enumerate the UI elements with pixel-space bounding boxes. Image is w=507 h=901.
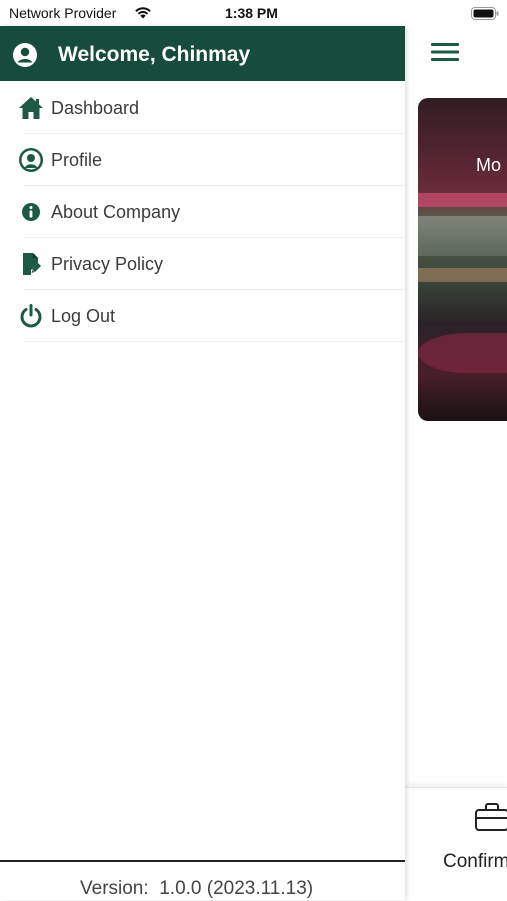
carrier-name: Network Provider (9, 5, 117, 21)
power-icon (18, 303, 44, 329)
menu-item-dashboard[interactable]: Dashboard (0, 82, 405, 134)
version-value: 1.0.0 (2023.11.13) (159, 878, 314, 899)
status-time: 1:38 PM (225, 5, 278, 21)
home-icon (18, 95, 44, 121)
hero-seat (418, 333, 507, 373)
battery-icon (471, 7, 499, 25)
document-icon (18, 251, 44, 277)
menu-item-profile[interactable]: Profile (0, 134, 405, 186)
menu-label-log-out: Log Out (51, 306, 116, 326)
briefcase-icon[interactable] (474, 802, 507, 837)
hero-terrace (418, 216, 507, 256)
menu-label-about-company: About Company (51, 202, 181, 222)
menu-item-about-company[interactable]: About Company (0, 186, 405, 238)
menu-label-dashboard: Dashboard (51, 98, 140, 118)
hero-awning (418, 193, 507, 207)
hero-title: Mo (476, 155, 502, 175)
footer-divider (0, 860, 405, 862)
version-label: Version: 1.0.0 (2023.11.13) (80, 878, 313, 900)
version-prefix: Version: (80, 878, 149, 899)
menu-label-privacy-policy: Privacy Policy (51, 254, 164, 274)
navigation-drawer: Welcome, Chinmay Dashboard Profile About… (0, 26, 405, 900)
wifi-icon (133, 5, 153, 25)
menu-item-log-out[interactable]: Log Out (0, 290, 405, 342)
menu-item-privacy-policy[interactable]: Privacy Policy (0, 238, 405, 290)
drawer-menu: Dashboard Profile About Company Privacy … (0, 82, 405, 342)
user-avatar-icon (12, 42, 38, 73)
menu-icon[interactable] (430, 40, 462, 64)
drawer-header: Welcome, Chinmay (0, 26, 405, 81)
tab-confirm-label[interactable]: Confirm (443, 851, 507, 873)
welcome-title: Welcome, Chinmay (58, 43, 251, 66)
profile-icon (18, 147, 44, 173)
divider (24, 341, 405, 342)
hero-banner-card[interactable]: Mo (418, 98, 507, 421)
status-bar: Network Provider 1:38 PM (0, 0, 507, 26)
menu-label-profile: Profile (51, 150, 103, 170)
hero-railing (418, 268, 507, 282)
info-icon (18, 199, 44, 225)
